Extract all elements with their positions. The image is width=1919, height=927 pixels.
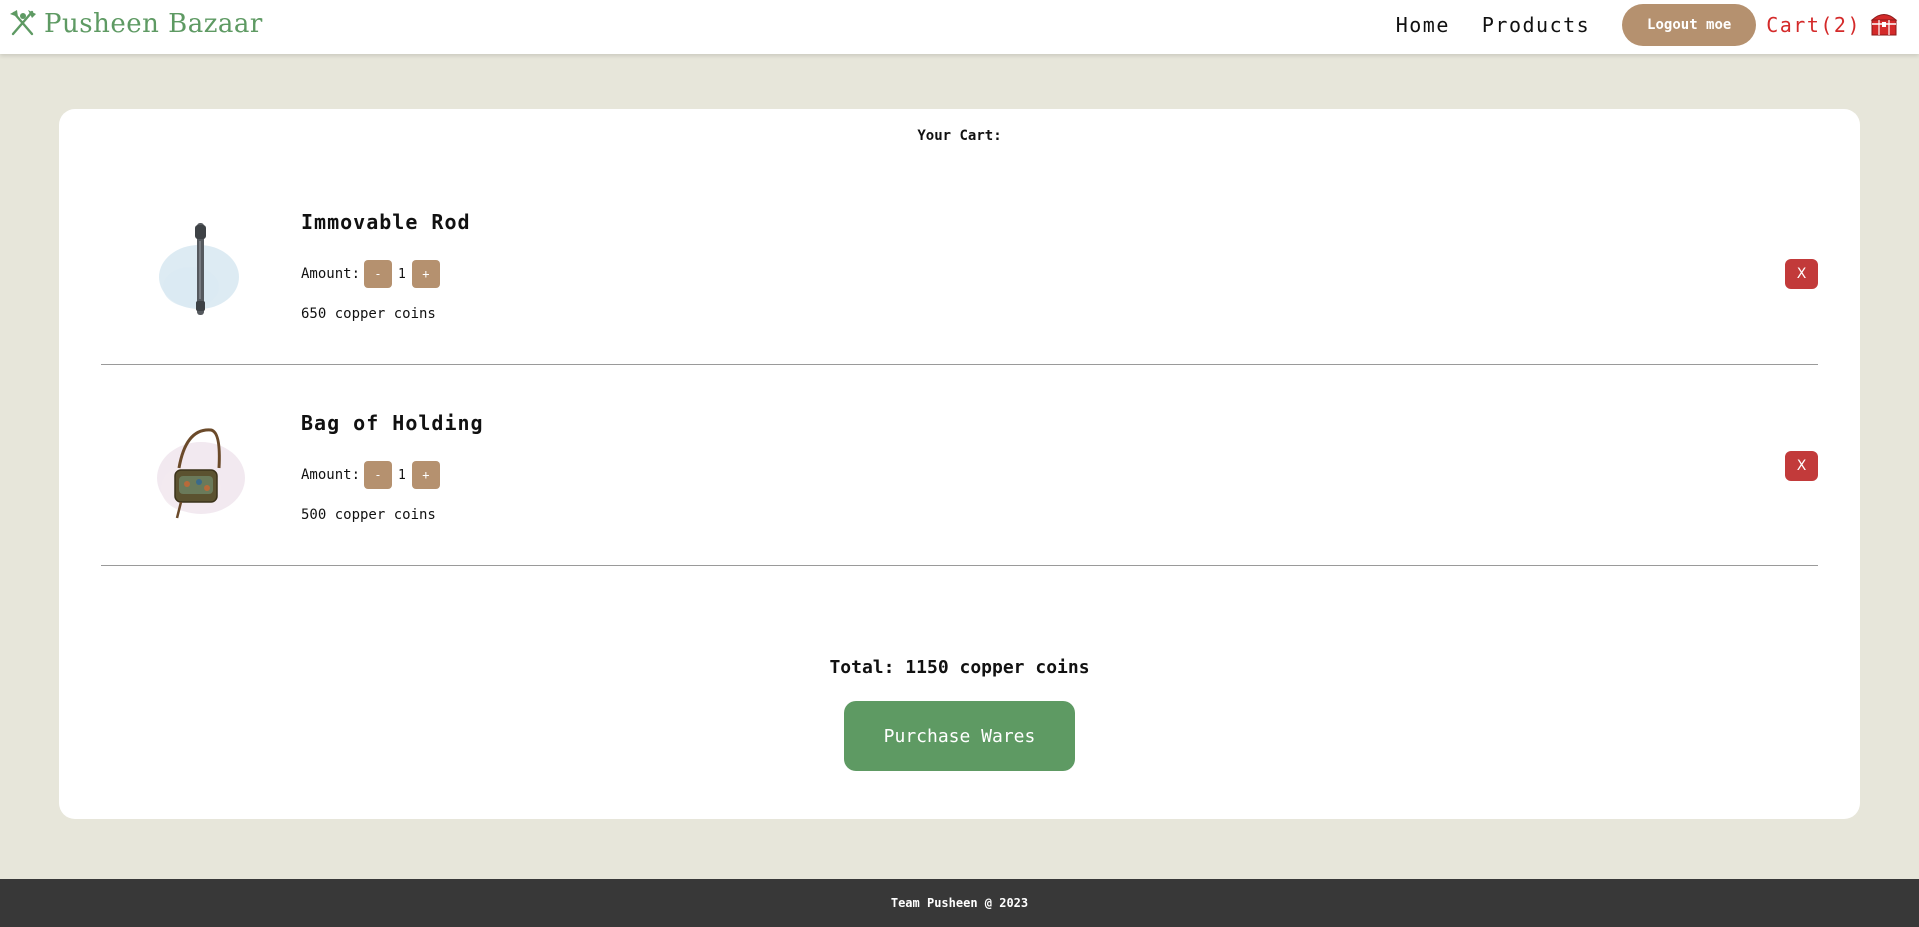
cart-link[interactable]: Cart(2)	[1766, 9, 1899, 42]
immovable-rod-image	[151, 215, 251, 325]
nav-home-link[interactable]: Home	[1396, 13, 1450, 37]
quantity-value: 1	[398, 266, 406, 282]
nav-products-link[interactable]: Products	[1482, 13, 1590, 37]
decrease-quantity-button[interactable]: -	[364, 260, 393, 288]
nav-links: Home Products Logout moe Cart(2)	[1396, 4, 1899, 46]
increase-quantity-button[interactable]: +	[411, 260, 440, 288]
cart-total: Total: 1150 copper coins	[829, 657, 1090, 678]
crossed-axes-icon	[8, 8, 38, 40]
item-price: 650 copper coins	[301, 306, 436, 322]
increase-quantity-button[interactable]: +	[411, 461, 440, 489]
amount-row: Amount: - 1 +	[301, 461, 484, 489]
purchase-wares-button[interactable]: Purchase Wares	[844, 701, 1075, 771]
item-name: Bag of Holding	[301, 411, 484, 435]
remove-item-button[interactable]: X	[1785, 451, 1818, 481]
cart-label: Cart(2)	[1766, 13, 1861, 37]
top-navbar: Pusheen Bazaar Home Products Logout moe …	[0, 0, 1919, 54]
decrease-quantity-button[interactable]: -	[364, 461, 393, 489]
cart-panel: Your Cart: Immovable Rod Amount: - 1 + 6…	[59, 109, 1860, 819]
remove-item-button[interactable]: X	[1785, 259, 1818, 289]
quantity-value: 1	[398, 467, 406, 483]
footer-text: Team Pusheen @ 2023	[890, 896, 1029, 910]
bag-of-holding-image	[151, 418, 251, 528]
cart-item: Immovable Rod Amount: - 1 + 650 copper c…	[101, 175, 1818, 365]
brand-name: Pusheen Bazaar	[44, 9, 263, 39]
brand-logo-link[interactable]: Pusheen Bazaar	[8, 8, 263, 40]
item-details: Immovable Rod Amount: - 1 + 650 copper c…	[301, 210, 471, 322]
treasure-chest-icon	[1869, 9, 1899, 42]
item-details: Bag of Holding Amount: - 1 + 500 copper …	[301, 411, 484, 523]
item-price: 500 copper coins	[301, 507, 436, 523]
amount-label: Amount:	[301, 266, 361, 282]
cart-title: Your Cart:	[917, 128, 1002, 144]
logout-button[interactable]: Logout moe	[1622, 4, 1757, 46]
amount-label: Amount:	[301, 467, 361, 483]
item-name: Immovable Rod	[301, 210, 471, 234]
cart-item: Bag of Holding Amount: - 1 + 500 copper …	[101, 365, 1818, 566]
footer: Team Pusheen @ 2023	[0, 879, 1919, 927]
amount-row: Amount: - 1 +	[301, 260, 471, 288]
